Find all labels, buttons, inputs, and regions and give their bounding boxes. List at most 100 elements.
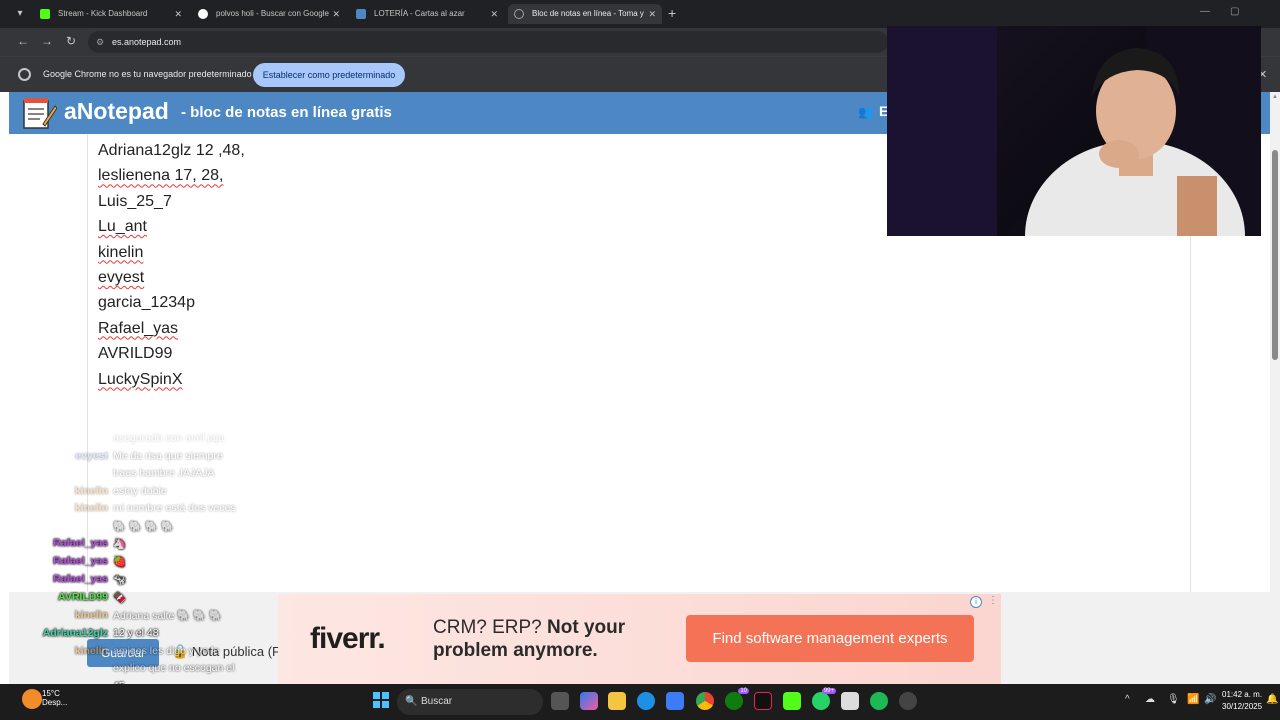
chat-username: kinelin xyxy=(74,485,108,497)
note-line-text: garcia_1234p xyxy=(98,294,195,312)
chat-message: kinelin Adriana salte 🐘 🐘 🐘 xyxy=(0,609,300,626)
tab-search-icon[interactable]: ▾ xyxy=(12,6,28,22)
site-name[interactable]: aNotepad xyxy=(64,98,169,125)
xbox-icon[interactable]: 10 xyxy=(725,688,749,710)
task-view-icon[interactable] xyxy=(551,692,569,710)
volume-icon[interactable]: 🔊 xyxy=(1204,694,1216,705)
weather-icon[interactable] xyxy=(22,689,42,709)
note-line-text: AVRILD99 xyxy=(98,345,173,363)
ad-info-icon[interactable]: i xyxy=(970,596,982,608)
chat-message: explico que no escogan el xyxy=(0,662,300,679)
system-clock[interactable]: 01:42 a. m. 30/12/2025 xyxy=(1222,689,1262,713)
reload-icon[interactable]: ↻ xyxy=(63,34,79,48)
chat-text: asegurado con avril jaja xyxy=(113,432,224,444)
close-icon[interactable]: ✕ xyxy=(174,4,182,24)
search-icon: 🔍 xyxy=(405,696,418,707)
note-line-text: LuckySpinX xyxy=(98,370,183,388)
back-icon[interactable]: ← xyxy=(15,34,31,48)
whatsapp-icon[interactable]: 99+ xyxy=(812,688,836,710)
close-icon[interactable]: ✕ xyxy=(648,4,656,24)
chat-message: kinelin amigos les digo y yo le xyxy=(0,645,300,662)
app-icon[interactable] xyxy=(841,692,859,710)
chat-text: estoy doble xyxy=(113,485,167,497)
chat-username: evyest xyxy=(75,450,108,462)
chat-text: amigos les digo y yo le xyxy=(113,645,220,657)
note-line: Luis_25_7 xyxy=(98,189,245,214)
file-explorer-icon[interactable] xyxy=(608,692,626,710)
copilot-icon[interactable] xyxy=(580,692,598,710)
network-activity-icon[interactable]: ☁ xyxy=(1145,694,1155,705)
chat-message: Adriana12glz 12 y el 48 xyxy=(0,627,300,644)
ad-cta-button[interactable]: Find software management experts xyxy=(686,615,974,662)
tab-title: LOTERÍA - Cartas al azar xyxy=(374,9,465,18)
weather-condition: Desp... xyxy=(42,698,68,707)
minimize-icon[interactable]: — xyxy=(1200,6,1210,17)
loteria-icon xyxy=(356,9,366,19)
xbox-badge: 10 xyxy=(738,688,749,694)
chat-text: Adriana salte 🐘 🐘 🐘 xyxy=(113,610,223,622)
note-line: evyest xyxy=(98,265,245,290)
set-default-button[interactable]: Establecer como predeterminado xyxy=(253,63,405,87)
whatsapp-badge: 99+ xyxy=(821,688,836,694)
close-icon[interactable]: ✕ xyxy=(490,4,498,24)
site-info-icon[interactable]: ⚙ xyxy=(96,31,104,53)
tab-title: polvos holi - Buscar con Google xyxy=(216,9,329,18)
maximize-icon[interactable]: ▢ xyxy=(1230,6,1239,17)
note-line-text: leslienena 17, 28, xyxy=(98,167,224,185)
wifi-icon[interactable]: 📶 xyxy=(1187,694,1199,705)
search-placeholder: Buscar xyxy=(421,696,453,707)
spotify-icon[interactable] xyxy=(870,692,888,710)
chat-text: 🦄 xyxy=(113,538,127,550)
chat-text: 🍫 xyxy=(113,592,127,604)
fiverr-ad[interactable]: fiverr. CRM? ERP? Not your problem anymo… xyxy=(278,594,1001,684)
edge-icon[interactable] xyxy=(637,692,655,710)
microphone-icon[interactable]: 🎙 xyxy=(1167,694,1180,705)
chat-text: 12 y el 48 xyxy=(113,627,159,639)
forward-icon[interactable]: → xyxy=(39,34,55,48)
tab-google-search[interactable]: polvos holi - Buscar con Google ✕ xyxy=(192,4,346,24)
tab-kick-dashboard[interactable]: Stream - Kick Dashboard ✕ xyxy=(34,4,188,24)
chat-username: Rafael_yas xyxy=(53,555,108,567)
ad-headline: CRM? ERP? Not your problem anymore. xyxy=(433,616,625,662)
chat-message: kinelin estoy doble xyxy=(0,485,300,502)
windows-start-icon[interactable] xyxy=(373,692,389,708)
media-player-icon[interactable] xyxy=(899,692,917,710)
note-line: leslienena 17, 28, xyxy=(98,163,245,188)
store-icon[interactable] xyxy=(666,692,684,710)
chat-text: explico que no escogan el xyxy=(113,662,235,674)
tiktok-icon[interactable] xyxy=(754,692,772,710)
kick-icon[interactable] xyxy=(783,692,801,710)
chat-username: kinelin xyxy=(74,645,108,657)
globe-icon xyxy=(514,9,524,19)
chat-username: Rafael_yas xyxy=(53,537,108,549)
ad-headline-bold: Not your xyxy=(547,617,626,638)
new-tab-icon[interactable]: + xyxy=(668,6,676,20)
note-line: Adriana12glz 12 ,48, xyxy=(98,138,245,163)
note-line: Lu_ant xyxy=(98,214,245,239)
chrome-icon xyxy=(18,68,31,81)
users-icon[interactable]: 👥 xyxy=(858,105,873,119)
taskbar-search[interactable]: 🔍 Buscar xyxy=(397,689,543,715)
scroll-up-icon[interactable]: ▲ xyxy=(1272,94,1278,100)
note-line: AVRILD99 xyxy=(98,341,245,366)
clock-date: 30/12/2025 xyxy=(1222,702,1263,711)
note-line-text: evyest xyxy=(98,268,145,286)
tab-loteria[interactable]: LOTERÍA - Cartas al azar ✕ xyxy=(350,4,504,24)
note-line: kinelin xyxy=(98,240,245,265)
scroll-thumb[interactable] xyxy=(1272,150,1278,360)
close-icon[interactable]: ✕ xyxy=(332,4,340,24)
chat-username: Adriana12glz xyxy=(42,627,108,639)
notepad-logo-icon[interactable] xyxy=(21,96,57,130)
tab-anotepad[interactable]: Bloc de notas en línea - Toma y ✕ xyxy=(508,4,662,24)
chrome-icon[interactable] xyxy=(696,692,714,710)
google-icon xyxy=(198,9,208,19)
tray-chevron-icon[interactable]: ^ xyxy=(1125,694,1130,705)
notifications-icon[interactable]: 🔔 xyxy=(1266,694,1278,705)
kick-icon xyxy=(40,9,50,19)
chat-message: evyest Me da risa que siempre xyxy=(0,450,300,467)
address-bar[interactable]: ⚙ es.anotepad.com xyxy=(88,31,888,53)
tab-title: Bloc de notas en línea - Toma y xyxy=(532,9,644,18)
ad-menu-icon[interactable]: ⋮ xyxy=(988,595,998,606)
chat-text: traes hambre JAJAJA xyxy=(113,467,215,479)
note-line: Rafael_yas xyxy=(98,316,245,341)
